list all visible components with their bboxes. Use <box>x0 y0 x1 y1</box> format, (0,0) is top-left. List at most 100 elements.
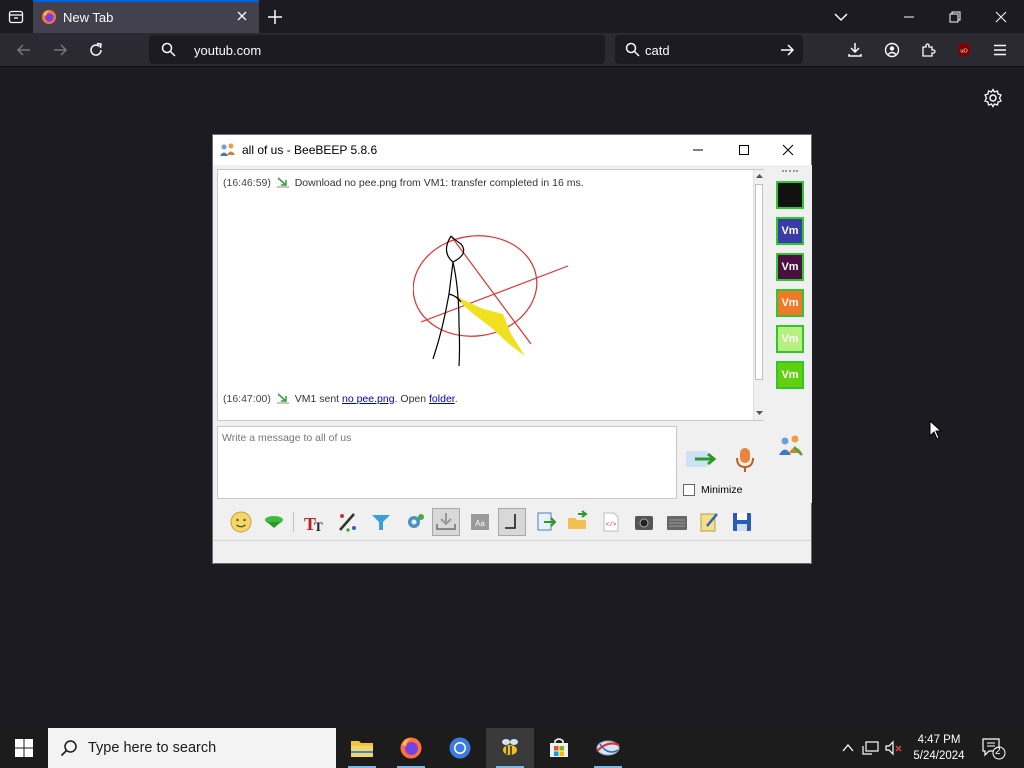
received-image[interactable] <box>413 234 573 369</box>
network-app[interactable] <box>584 728 632 768</box>
ublock-origin-button[interactable]: uO <box>952 38 976 62</box>
font-color-button[interactable] <box>334 508 362 536</box>
app-menu-button[interactable] <box>988 38 1012 62</box>
svg-text:T: T <box>314 519 323 534</box>
camera-icon <box>635 516 653 530</box>
save-button[interactable] <box>728 508 756 536</box>
show-hidden-icons-button[interactable] <box>838 738 858 758</box>
scroll-down-icon[interactable] <box>755 409 764 417</box>
panel-grip[interactable] <box>782 170 798 174</box>
chat-message: (16:47:00) VM1 sent no pee.png. Open fol… <box>223 392 458 405</box>
beebeep-titlebar[interactable]: all of us - BeeBEEP 5.8.6 <box>213 135 811 165</box>
user-label: Vm <box>781 225 799 237</box>
screenshot-button[interactable] <box>630 508 658 536</box>
arrow-left-icon <box>16 44 30 56</box>
file-explorer-app[interactable] <box>338 728 386 768</box>
user-avatar[interactable]: Vm <box>776 253 804 281</box>
filter-button[interactable] <box>367 508 395 536</box>
search-bar[interactable]: catd <box>615 35 803 64</box>
minimize-checkbox[interactable] <box>683 484 695 496</box>
chrome-app[interactable] <box>436 728 484 768</box>
scrollbar-thumb[interactable] <box>755 184 763 380</box>
notification-count: 2 <box>995 746 1001 757</box>
chat-scrollbar[interactable] <box>753 170 764 420</box>
downloads-button[interactable] <box>843 38 867 62</box>
keyboard-button[interactable] <box>663 508 691 536</box>
chevron-up-icon <box>842 743 854 752</box>
browser-tab-bar: New Tab <box>0 0 1024 33</box>
voice-message-button[interactable] <box>731 445 759 475</box>
message-timestamp: (16:46:59) <box>223 177 271 189</box>
user-avatar[interactable]: Vm <box>776 361 804 389</box>
volume-tray-icon[interactable] <box>884 738 904 758</box>
start-button[interactable] <box>0 728 48 768</box>
close-tab-icon[interactable] <box>235 9 249 23</box>
toolbar-separator <box>293 512 294 532</box>
chat-transcript[interactable]: (16:46:59) Download no pee.png from VM1:… <box>217 169 764 421</box>
send-file-button[interactable] <box>683 445 719 475</box>
tab-new-tab[interactable]: New Tab <box>33 0 259 33</box>
user-avatar[interactable]: Vm <box>776 325 804 353</box>
url-bar[interactable]: youtub.com <box>149 35 605 64</box>
download-arrow-icon <box>276 177 289 188</box>
system-clock[interactable]: 4:47 PM 5/24/2024 <box>906 732 972 764</box>
go-arrow-icon[interactable] <box>779 42 795 58</box>
gear-icon[interactable] <box>983 88 1003 108</box>
user-avatar[interactable]: Vm <box>776 217 804 245</box>
account-button[interactable] <box>880 38 904 62</box>
folder-arrow-icon <box>568 510 588 529</box>
save-chat-button[interactable] <box>432 508 460 536</box>
firefox-view-button[interactable] <box>4 5 28 29</box>
firefox-app[interactable] <box>387 728 435 768</box>
beebeep-app[interactable] <box>486 728 534 768</box>
url-text[interactable]: youtub.com <box>194 43 261 58</box>
export-button[interactable] <box>532 508 560 536</box>
back-button[interactable] <box>12 38 36 62</box>
beebeep-close-button[interactable] <box>765 135 811 165</box>
mouse-cursor-icon <box>929 420 943 440</box>
compact-view-button[interactable] <box>498 508 526 536</box>
scroll-up-icon[interactable] <box>755 172 764 180</box>
taskbar-search[interactable]: Type here to search <box>48 728 336 768</box>
notification-center-button[interactable]: 2 <box>978 735 1008 761</box>
settings-button[interactable] <box>400 508 428 536</box>
list-all-tabs-button[interactable] <box>832 8 850 26</box>
beebeep-maximize-button[interactable] <box>721 135 767 165</box>
window-close-button[interactable] <box>978 0 1024 33</box>
chevron-down-icon <box>834 13 848 22</box>
windows-logo-icon <box>15 739 33 757</box>
bee-icon <box>502 739 518 755</box>
html-button[interactable]: </> <box>597 508 625 536</box>
emoticons-button[interactable] <box>227 508 255 536</box>
group-members-icon[interactable] <box>778 433 804 459</box>
font-button[interactable]: TT <box>301 508 329 536</box>
forward-button[interactable] <box>48 38 72 62</box>
window-restore-button[interactable] <box>932 0 978 33</box>
reload-button[interactable] <box>84 38 108 62</box>
user-avatar[interactable]: Vm <box>776 289 804 317</box>
microsoft-store-app[interactable] <box>535 728 583 768</box>
message-timestamp: (16:47:00) <box>223 393 271 405</box>
account-icon <box>884 42 900 58</box>
folder-link[interactable]: folder <box>429 393 455 405</box>
search-icon <box>625 42 640 57</box>
beebeep-window: all of us - BeeBEEP 5.8.6 (16:46:59) Dow… <box>212 134 812 564</box>
network-tray-icon[interactable] <box>861 738 881 758</box>
search-text[interactable]: catd <box>645 43 670 58</box>
new-tab-button[interactable] <box>264 6 286 28</box>
notepad-pencil-icon <box>700 513 718 532</box>
attach-button[interactable] <box>260 508 288 536</box>
beebeep-minimize-button[interactable] <box>675 135 721 165</box>
message-input[interactable] <box>217 426 677 499</box>
arrow-right-icon <box>54 44 68 56</box>
download-tray-icon <box>436 513 456 530</box>
text-mode-button[interactable]: Aa <box>466 508 494 536</box>
file-link[interactable]: no pee.png <box>342 393 395 405</box>
edit-note-button[interactable] <box>695 508 723 536</box>
extensions-button[interactable] <box>916 38 940 62</box>
window-minimize-button[interactable] <box>886 0 932 33</box>
share-folder-button[interactable] <box>564 508 592 536</box>
user-avatar[interactable] <box>776 181 804 209</box>
ublock-icon: uO <box>958 43 970 57</box>
message-text: . <box>454 393 458 405</box>
